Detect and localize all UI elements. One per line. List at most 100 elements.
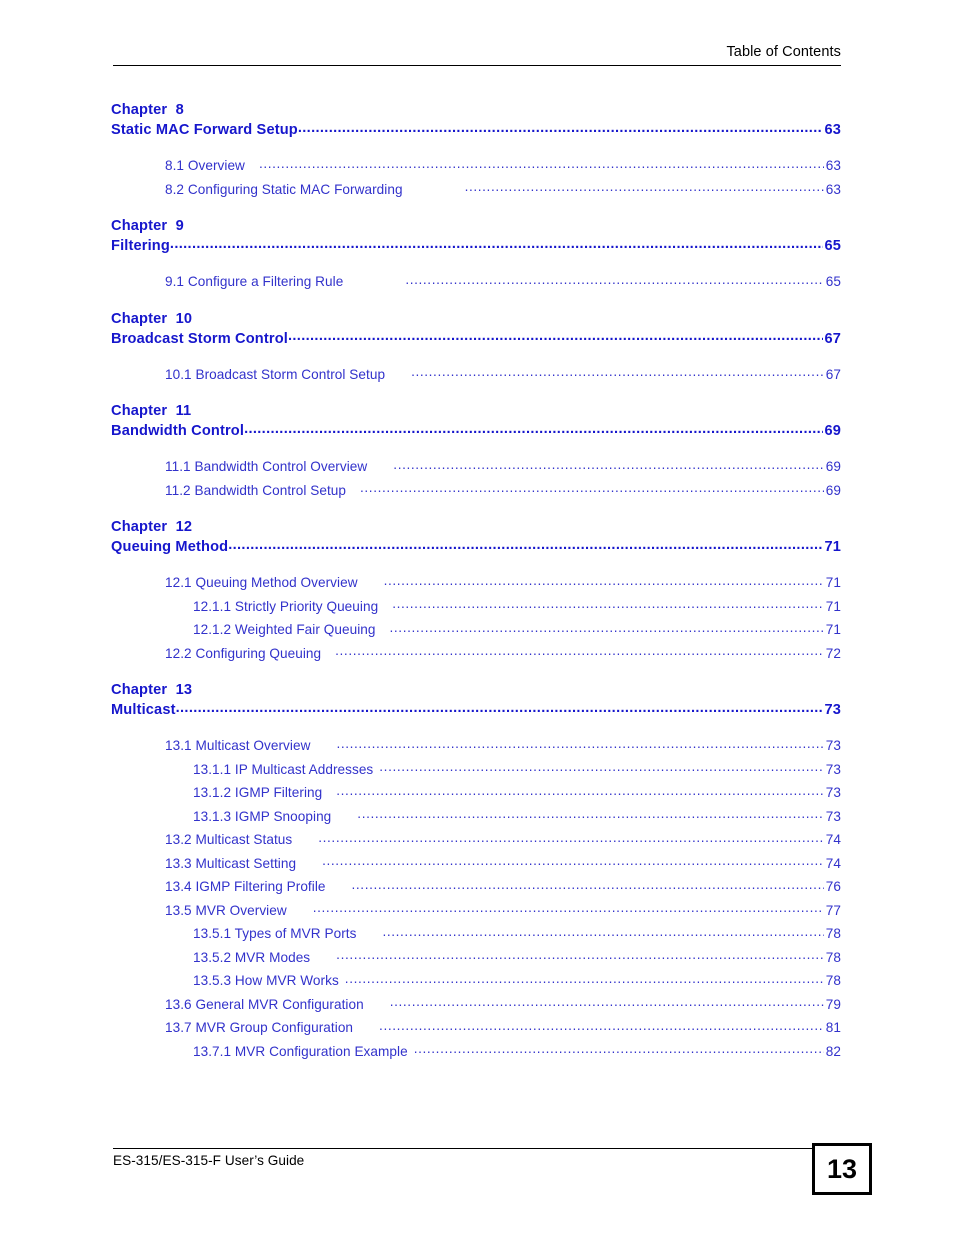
page-header: Table of Contents [113,44,841,66]
toc-entry[interactable]: 8.1 Overview 63 [0,154,954,178]
toc-entry-text: 13.1.2 IGMP Filtering [193,785,323,800]
dot-leader [336,779,824,803]
toc-entry-page-number: 76 [825,879,841,894]
toc-entry-page-number: 73 [825,761,841,777]
toc-entry-text: 13.5.3 How MVR Works [193,973,339,988]
dot-leader [322,849,824,873]
dot-leader [465,175,824,199]
toc-entry-text: 13.4 IGMP Filtering Profile [165,879,326,894]
toc-entry[interactable]: 13.3 Multicast Setting 74 [0,852,954,876]
chapter-block: Chapter 9Filtering659.1 Configure a Filt… [0,216,954,294]
chapter-page-number: 65 [824,238,841,254]
chapter-title-row[interactable]: Multicast 73 [0,700,954,721]
toc-entry-text: 9.1 Configure a Filtering Rule [165,274,344,289]
toc-entry[interactable]: 13.7 MVR Group Configuration 81 [0,1016,954,1040]
toc-entry[interactable]: 13.1.3 IGMP Snooping 73 [0,805,954,829]
toc-entry[interactable]: 13.1.1 IP Multicast Addresses 73 [0,758,954,782]
chapter-page-number: 63 [824,122,841,138]
toc-entry[interactable]: 13.4 IGMP Filtering Profile 76 [0,875,954,899]
toc-entry-page-number: 71 [825,622,841,637]
toc-entry-page-number: 74 [825,832,841,847]
toc-entry-text: 12.2 Configuring Queuing [165,645,322,661]
toc-entry-page-number: 63 [825,158,841,173]
toc-entry-text: 8.2 Configuring Static MAC Forwarding [165,181,403,197]
toc-entry[interactable]: 11.1 Bandwidth Control Overview 69 [0,455,954,479]
dot-leader [405,268,823,292]
chapter-block: Chapter 12Queuing Method7112.1 Queuing M… [0,517,954,665]
toc-entry[interactable]: 13.1 Multicast Overview 73 [0,734,954,758]
page-footer: ES-315/ES-315-F User’s Guide [113,1148,841,1168]
toc-entry[interactable]: 8.2 Configuring Static MAC Forwarding 63 [0,178,954,202]
chapter-title-row[interactable]: Static MAC Forward Setup 63 [0,120,954,141]
toc-entry-text: 11.2 Bandwidth Control Setup [165,482,347,498]
toc-entry-text: 12.1.2 Weighted Fair Queuing [193,622,376,637]
dot-leader [335,639,824,663]
chapter-title-row[interactable]: Filtering 65 [0,236,954,257]
toc-entry[interactable]: 13.5.1 Types of MVR Ports 78 [0,922,954,946]
chapter-title-text: Static MAC Forward Setup [111,122,298,138]
toc-entry-text: 13.6 General MVR Configuration [165,996,364,1012]
toc-entry-page-number: 63 [825,181,841,197]
dot-leader [313,896,824,920]
toc-entry-page-number: 74 [825,855,841,871]
toc-entry[interactable]: 12.1.2 Weighted Fair Queuing 71 [0,618,954,642]
chapter-title-row[interactable]: Bandwidth Control 69 [0,421,954,442]
chapter-title-text: Multicast [111,702,176,718]
dot-leader [392,592,824,616]
toc-entry[interactable]: 12.2 Configuring Queuing 72 [0,642,954,666]
chapter-title-text: Bandwidth Control [111,423,245,439]
toc-entry[interactable]: 12.1 Queuing Method Overview 71 [0,571,954,595]
toc-entry-page-number: 82 [825,1043,841,1059]
toc-entry-page-number: 81 [825,1020,841,1035]
toc-entry[interactable]: 12.1.1 Strictly Priority Queuing 71 [0,595,954,619]
table-of-contents: Chapter 8Static MAC Forward Setup638.1 O… [0,100,954,1078]
chapter-block: Chapter 10Broadcast Storm Control6710.1 … [0,309,954,387]
chapter-page-number: 67 [824,330,841,347]
dot-leader [288,326,823,347]
toc-entry-page-number: 73 [825,738,841,753]
toc-entry-text: 13.5.1 Types of MVR Ports [193,926,357,941]
chapter-entries: 13.1 Multicast Overview7313.1.1 IP Multi… [0,734,954,1063]
toc-entry[interactable]: 13.1.2 IGMP Filtering 73 [0,781,954,805]
toc-entry[interactable]: 9.1 Configure a Filtering Rule 65 [0,270,954,294]
chapter-title-text: Broadcast Storm Control [111,330,288,347]
toc-entry-text: 13.3 Multicast Setting [165,855,297,871]
toc-entry-page-number: 73 [825,808,841,824]
toc-entry-page-number: 71 [825,598,841,614]
toc-entry-page-number: 67 [825,366,841,382]
dot-leader [345,967,824,991]
toc-entry[interactable]: 13.7.1 MVR Configuration Example 82 [0,1040,954,1064]
page-number: 13 [826,1153,858,1184]
toc-entry[interactable]: 13.2 Multicast Status 74 [0,828,954,852]
chapter-title-text: Queuing Method [111,539,229,555]
page-number-box: 13 [812,1143,872,1195]
toc-entry-text: 13.1.3 IGMP Snooping [193,808,332,824]
dot-leader [259,152,824,176]
dot-leader [244,419,823,440]
dot-leader [390,616,824,640]
dot-leader [336,943,824,967]
dot-leader [390,990,824,1014]
toc-entry-text: 13.2 Multicast Status [165,832,293,847]
toc-entry-text: 13.7 MVR Group Configuration [165,1020,354,1035]
chapter-entries: 10.1 Broadcast Storm Control Setup 67 [0,363,954,387]
chapter-page-number: 69 [824,423,841,439]
dot-leader [411,360,824,384]
toc-entry[interactable]: 10.1 Broadcast Storm Control Setup 67 [0,363,954,387]
toc-entry-text: 13.5.2 MVR Modes [193,949,311,965]
toc-entry-page-number: 79 [825,996,841,1012]
toc-entry[interactable]: 13.6 General MVR Configuration 79 [0,993,954,1017]
toc-entry-page-number: 72 [825,645,841,661]
toc-entry-page-number: 77 [825,902,841,918]
dot-leader [382,920,823,944]
chapter-title-row[interactable]: Queuing Method 71 [0,537,954,558]
chapter-page-number: 73 [824,702,841,718]
footer-guide-title: ES-315/ES-315-F User’s Guide [113,1153,305,1168]
chapter-title-row[interactable]: Broadcast Storm Control 67 [0,329,954,350]
chapter-page-number: 71 [824,539,841,555]
toc-entry[interactable]: 11.2 Bandwidth Control Setup 69 [0,479,954,503]
dot-leader [298,118,824,139]
toc-entry[interactable]: 13.5.3 How MVR Works 78 [0,969,954,993]
toc-entry[interactable]: 13.5.2 MVR Modes 78 [0,946,954,970]
toc-entry[interactable]: 13.5 MVR Overview 77 [0,899,954,923]
